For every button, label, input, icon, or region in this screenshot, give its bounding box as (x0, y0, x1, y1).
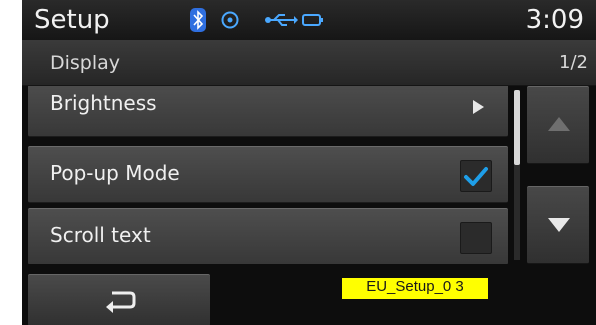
scrollbar-thumb[interactable] (514, 90, 520, 165)
sub-header: Display 1/2 (22, 41, 596, 86)
arrow-down-icon (548, 218, 570, 232)
head-unit-screen: Setup 3:09 Display 1/2 Brightness Pop-up… (22, 0, 596, 325)
chevron-right-icon (473, 100, 484, 114)
scroll-text-checkbox[interactable] (460, 222, 492, 254)
list-item-label: Scroll text (50, 223, 151, 247)
usb-icon (265, 14, 298, 26)
list-item-label: Pop-up Mode (50, 161, 180, 185)
list-item-popup-mode[interactable]: Pop-up Mode (28, 146, 508, 203)
bluetooth-icon (190, 8, 206, 32)
disc-icon (221, 11, 239, 29)
scroll-up-button[interactable] (527, 86, 589, 164)
scroll-down-button[interactable] (527, 186, 589, 264)
battery-icon (302, 14, 323, 26)
list-item-brightness[interactable]: Brightness (28, 86, 508, 137)
list-item-scroll-text[interactable]: Scroll text (28, 208, 508, 264)
back-button[interactable] (28, 274, 210, 325)
status-bar: Setup 3:09 (22, 0, 596, 41)
settings-list: Brightness Pop-up Mode Scroll text (22, 86, 510, 264)
arrow-up-icon (548, 117, 570, 131)
check-icon (464, 167, 488, 186)
page-indicator: 1/2 (559, 52, 588, 73)
clock: 3:09 (525, 5, 584, 35)
page-title: Setup (34, 5, 110, 35)
section-title: Display (50, 52, 121, 74)
back-arrow-icon (106, 291, 136, 313)
list-item-label: Brightness (50, 91, 157, 115)
image-reference-tag: EU_Setup_0 3 (342, 278, 488, 299)
popup-mode-checkbox[interactable] (460, 160, 492, 192)
